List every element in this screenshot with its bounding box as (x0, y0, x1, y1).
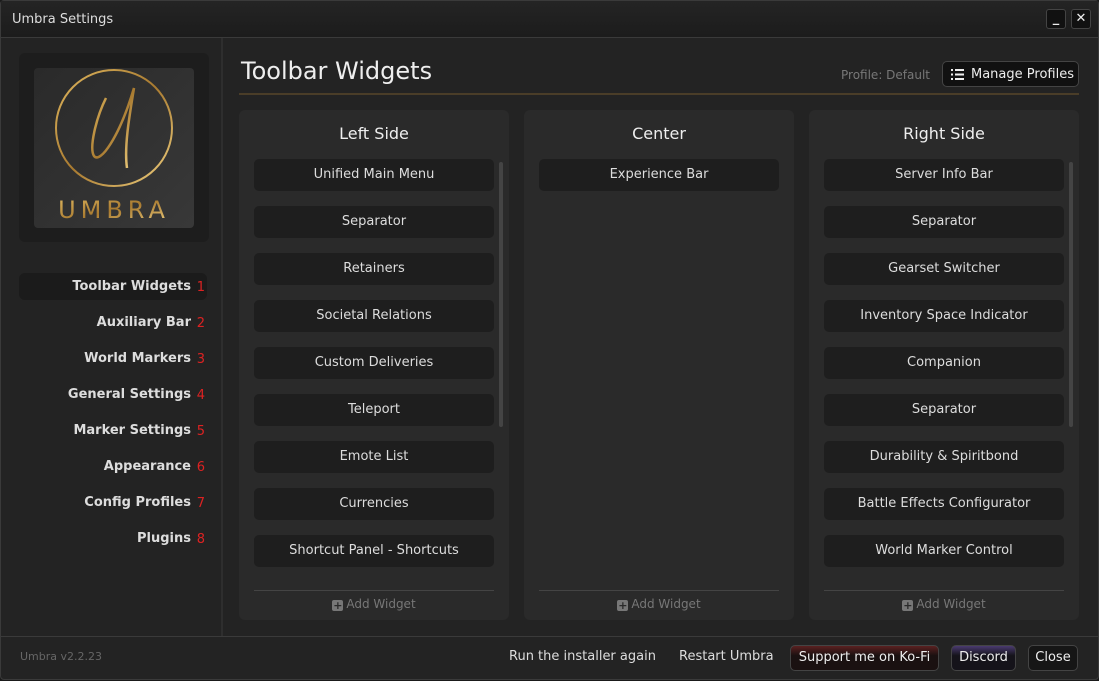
widget-item[interactable]: Emote List (254, 441, 494, 473)
manage-profiles-button[interactable]: Manage Profiles (942, 61, 1079, 87)
widget-item[interactable]: Inventory Space Indicator (824, 300, 1064, 332)
nav-shortcut-number: 2 (196, 316, 205, 331)
widget-item[interactable]: Gearset Switcher (824, 253, 1064, 285)
add-widget-button[interactable]: + Add Widget (239, 597, 509, 611)
nav-label: Config Profiles (84, 495, 191, 510)
divider (254, 590, 494, 591)
logo-card: UMBRA (19, 53, 209, 242)
widget-item[interactable]: Separator (824, 394, 1064, 426)
nav-general-settings[interactable]: General Settings 4 (19, 381, 207, 408)
widget-item[interactable]: Unified Main Menu (254, 159, 494, 191)
umbra-logo: UMBRA (34, 68, 194, 228)
nav-auxiliary-bar[interactable]: Auxiliary Bar 2 (19, 309, 207, 336)
widget-item[interactable]: Shortcut Panel - Shortcuts (254, 535, 494, 567)
add-widget-label: Add Widget (346, 597, 416, 611)
widget-item[interactable]: Experience Bar (539, 159, 779, 191)
column-title: Center (632, 124, 686, 143)
current-profile: Profile: Default (841, 68, 931, 82)
close-window-button[interactable]: ✕ (1071, 9, 1091, 29)
nav-shortcut-number: 5 (196, 424, 205, 439)
window-title: Umbra Settings (12, 12, 114, 27)
widget-item[interactable]: World Marker Control (824, 535, 1064, 567)
column-center: Center Experience Bar + Add Widget (524, 110, 794, 620)
widget-item[interactable]: Battle Effects Configurator (824, 488, 1064, 520)
sidebar: UMBRA Toolbar Widgets 1 Auxiliary Bar 2 Wo… (1, 38, 223, 636)
manage-profiles-label: Manage Profiles (971, 67, 1074, 82)
plus-icon: + (902, 599, 914, 612)
widget-item[interactable]: Societal Relations (254, 300, 494, 332)
add-widget-button[interactable]: + Add Widget (809, 597, 1079, 611)
nav-label: General Settings (67, 387, 191, 402)
widget-item[interactable]: Currencies (254, 488, 494, 520)
restart-button[interactable]: Restart Umbra (679, 649, 774, 664)
widget-item[interactable]: Companion (824, 347, 1064, 379)
nav-label: World Markers (84, 351, 191, 366)
title-bar[interactable]: Umbra Settings _ ✕ (1, 1, 1098, 38)
nav-toolbar-widgets[interactable]: Toolbar Widgets 1 (19, 273, 207, 300)
version-label: Umbra v2.2.23 (20, 650, 103, 663)
nav-shortcut-number: 7 (196, 496, 205, 511)
nav-plugins[interactable]: Plugins 8 (19, 525, 207, 552)
list-icon (951, 69, 964, 80)
widget-item[interactable]: Separator (254, 206, 494, 238)
nav-label: Toolbar Widgets (72, 279, 191, 294)
column-title: Right Side (903, 124, 985, 143)
scrollbar[interactable] (499, 162, 503, 427)
close-button[interactable]: Close (1028, 645, 1078, 671)
svg-text:UMBRA: UMBRA (58, 196, 170, 224)
settings-window: Umbra Settings _ ✕ UMBRA Toolbar Widgets… (0, 0, 1099, 680)
scrollbar[interactable] (1069, 162, 1073, 427)
nav-label: Auxiliary Bar (96, 315, 191, 330)
nav-label: Plugins (137, 531, 191, 546)
widget-item[interactable]: Custom Deliveries (254, 347, 494, 379)
plus-icon: + (332, 599, 344, 612)
discord-button[interactable]: Discord (951, 645, 1016, 671)
widget-item[interactable]: Teleport (254, 394, 494, 426)
nav-shortcut-number: 1 (196, 280, 205, 295)
nav-label: Appearance (103, 459, 191, 474)
add-widget-label: Add Widget (916, 597, 986, 611)
plus-icon: + (617, 599, 629, 612)
nav-marker-settings[interactable]: Marker Settings 5 (19, 417, 207, 444)
column-left-side: Left Side Unified Main Menu Separator Retai… (239, 110, 509, 620)
column-right-side: Right Side Server Info Bar Separator Gearse… (809, 110, 1079, 620)
nav-config-profiles[interactable]: Config Profiles 7 (19, 489, 207, 516)
footer: Umbra v2.2.23 Run the installer again Re… (1, 636, 1098, 681)
column-title: Left Side (339, 124, 409, 143)
nav-shortcut-number: 6 (196, 460, 205, 475)
nav-shortcut-number: 4 (196, 388, 205, 403)
widget-item[interactable]: Durability & Spiritbond (824, 441, 1064, 473)
run-installer-button[interactable]: Run the installer again (509, 649, 656, 664)
page-title: Toolbar Widgets (241, 57, 433, 85)
kofi-button[interactable]: Support me on Ko-Fi (790, 645, 939, 671)
nav-world-markers[interactable]: World Markers 3 (19, 345, 207, 372)
nav-shortcut-number: 8 (196, 532, 205, 547)
divider (824, 590, 1064, 591)
add-widget-label: Add Widget (631, 597, 701, 611)
widget-item[interactable]: Server Info Bar (824, 159, 1064, 191)
add-widget-button[interactable]: + Add Widget (524, 597, 794, 611)
header-divider (239, 93, 1079, 95)
divider (539, 590, 779, 591)
widget-item[interactable]: Retainers (254, 253, 494, 285)
nav-shortcut-number: 3 (196, 352, 205, 367)
widget-item[interactable]: Separator (824, 206, 1064, 238)
minimize-button[interactable]: _ (1046, 9, 1066, 29)
nav-appearance[interactable]: Appearance 6 (19, 453, 207, 480)
nav-label: Marker Settings (73, 423, 191, 438)
